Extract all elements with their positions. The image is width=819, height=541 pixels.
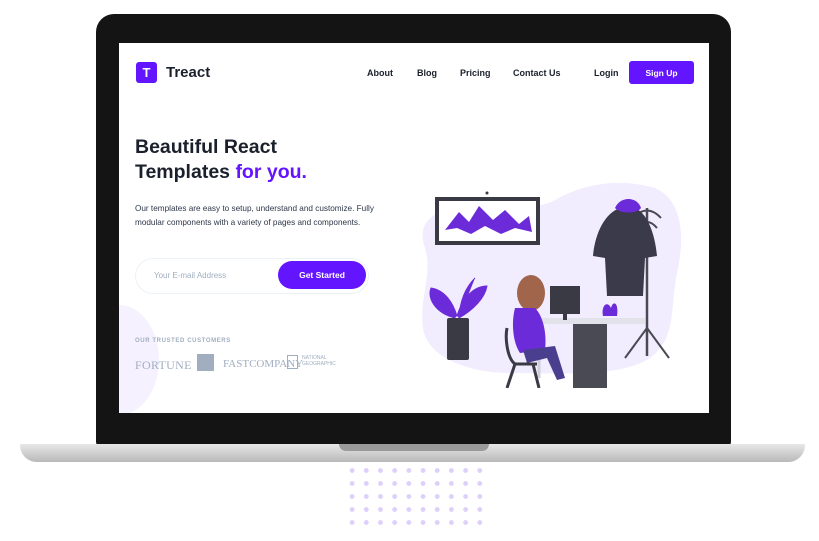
get-started-button[interactable]: Get Started (278, 261, 366, 289)
laptop-notch (339, 444, 489, 451)
nav-link-about[interactable]: About (367, 68, 393, 78)
company-logo-box-icon (197, 354, 214, 371)
trusted-customers-label: OUR TRUSTED CUSTOMERS (135, 338, 231, 344)
brand-logo[interactable]: T Treact (136, 62, 210, 83)
email-signup-form: Your E-mail Address Get Started (135, 258, 369, 294)
monitor-stand (563, 314, 567, 320)
decorative-dots (345, 464, 485, 530)
hero-title: Beautiful React Templates for you. (135, 135, 385, 185)
hero-title-line1: Beautiful React (135, 136, 277, 158)
desk-top (533, 318, 645, 324)
natgeo-logo: NATIONAL GEOGRAPHIC (302, 355, 336, 367)
nav-link-contact[interactable]: Contact Us (513, 68, 561, 78)
nav-link-blog[interactable]: Blog (417, 68, 437, 78)
hero-title-line2: Templates (135, 161, 231, 183)
person-hair (517, 275, 545, 311)
signup-button[interactable]: Sign Up (629, 61, 694, 84)
hero-description: Our templates are easy to setup, underst… (135, 204, 374, 227)
monitor (550, 286, 580, 314)
nav-link-login[interactable]: Login (594, 68, 619, 78)
brand-name: Treact (166, 64, 211, 81)
desk-drawers (573, 324, 607, 388)
email-input[interactable]: Your E-mail Address (154, 271, 226, 280)
website-screen: T Treact About Blog Pricing Contact Us L… (119, 43, 709, 413)
plant-pot (447, 318, 469, 360)
hero-illustration (422, 182, 682, 388)
nav-link-pricing[interactable]: Pricing (460, 68, 491, 78)
logo-mark-icon: T (136, 62, 157, 83)
natgeo-frame-icon (287, 355, 298, 369)
nail (485, 191, 489, 195)
hero-title-accent: for you. (235, 161, 307, 183)
fortune-logo: FORTUNE (135, 358, 192, 372)
